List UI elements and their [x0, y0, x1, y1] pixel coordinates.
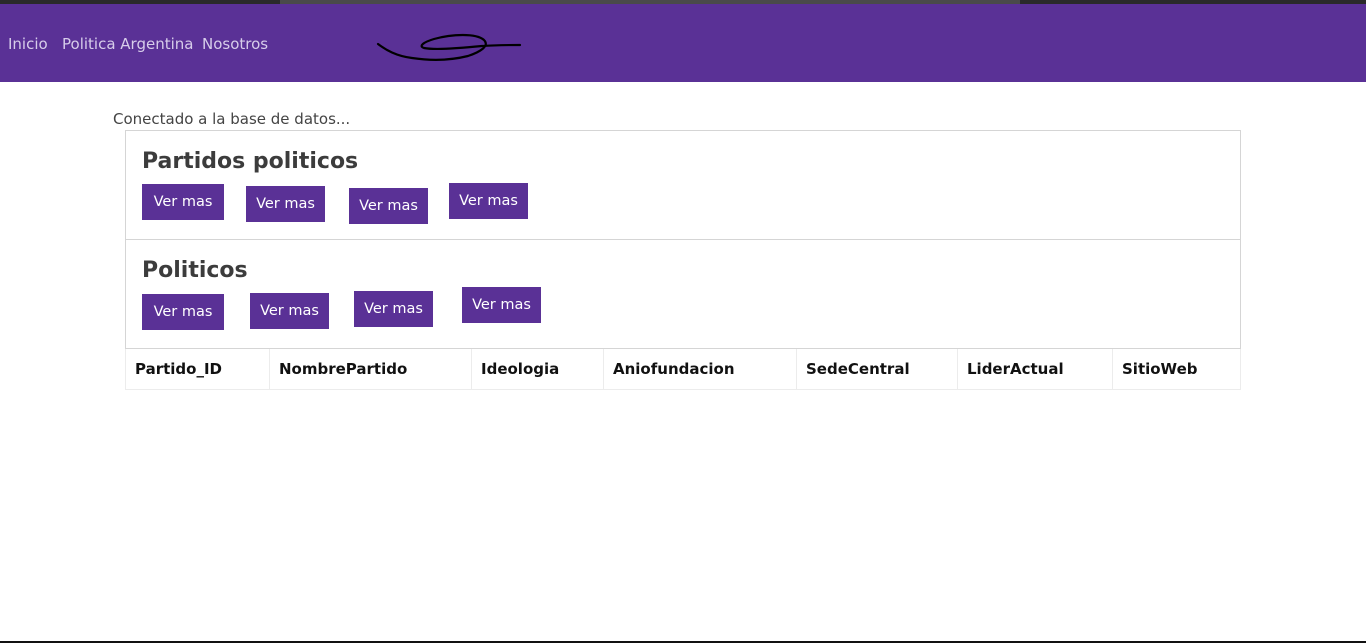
partidos-table: Partido_ID NombrePartido Ideologia Aniof… [125, 349, 1241, 390]
navbar: Inicio Politica Argentina Nosotros [0, 4, 1366, 82]
nav-link-nosotros[interactable]: Nosotros [202, 34, 268, 54]
ver-mas-button[interactable]: Ver mas [449, 183, 528, 219]
ver-mas-button[interactable]: Ver mas [142, 184, 224, 220]
ver-mas-button[interactable]: Ver mas [462, 287, 541, 323]
nav-link-politica-argentina[interactable]: Politica Argentina [62, 34, 193, 54]
scribble-mark [376, 33, 522, 61]
db-status-text: Conectado a la base de datos... [113, 110, 351, 128]
ver-mas-button[interactable]: Ver mas [250, 293, 329, 329]
section-partidos-politicos: Partidos politicos Ver mas Ver mas Ver m… [125, 130, 1241, 240]
section-title: Partidos politicos [142, 149, 359, 174]
column-header-aniofundacion: Aniofundacion [604, 349, 797, 389]
nav-link-inicio[interactable]: Inicio [8, 34, 48, 54]
ver-mas-button[interactable]: Ver mas [349, 188, 428, 224]
column-header-sitio-web: SitioWeb [1113, 349, 1241, 389]
section-title: Politicos [142, 258, 248, 283]
column-header-partido-id: Partido_ID [125, 349, 270, 389]
column-header-sede-central: SedeCentral [797, 349, 958, 389]
ver-mas-button[interactable]: Ver mas [354, 291, 433, 327]
ver-mas-button[interactable]: Ver mas [246, 186, 325, 222]
column-header-ideologia: Ideologia [472, 349, 604, 389]
column-header-nombre-partido: NombrePartido [270, 349, 472, 389]
section-politicos: Politicos Ver mas Ver mas Ver mas Ver ma… [125, 239, 1241, 349]
column-header-lider-actual: LiderActual [958, 349, 1113, 389]
ver-mas-button[interactable]: Ver mas [142, 294, 224, 330]
